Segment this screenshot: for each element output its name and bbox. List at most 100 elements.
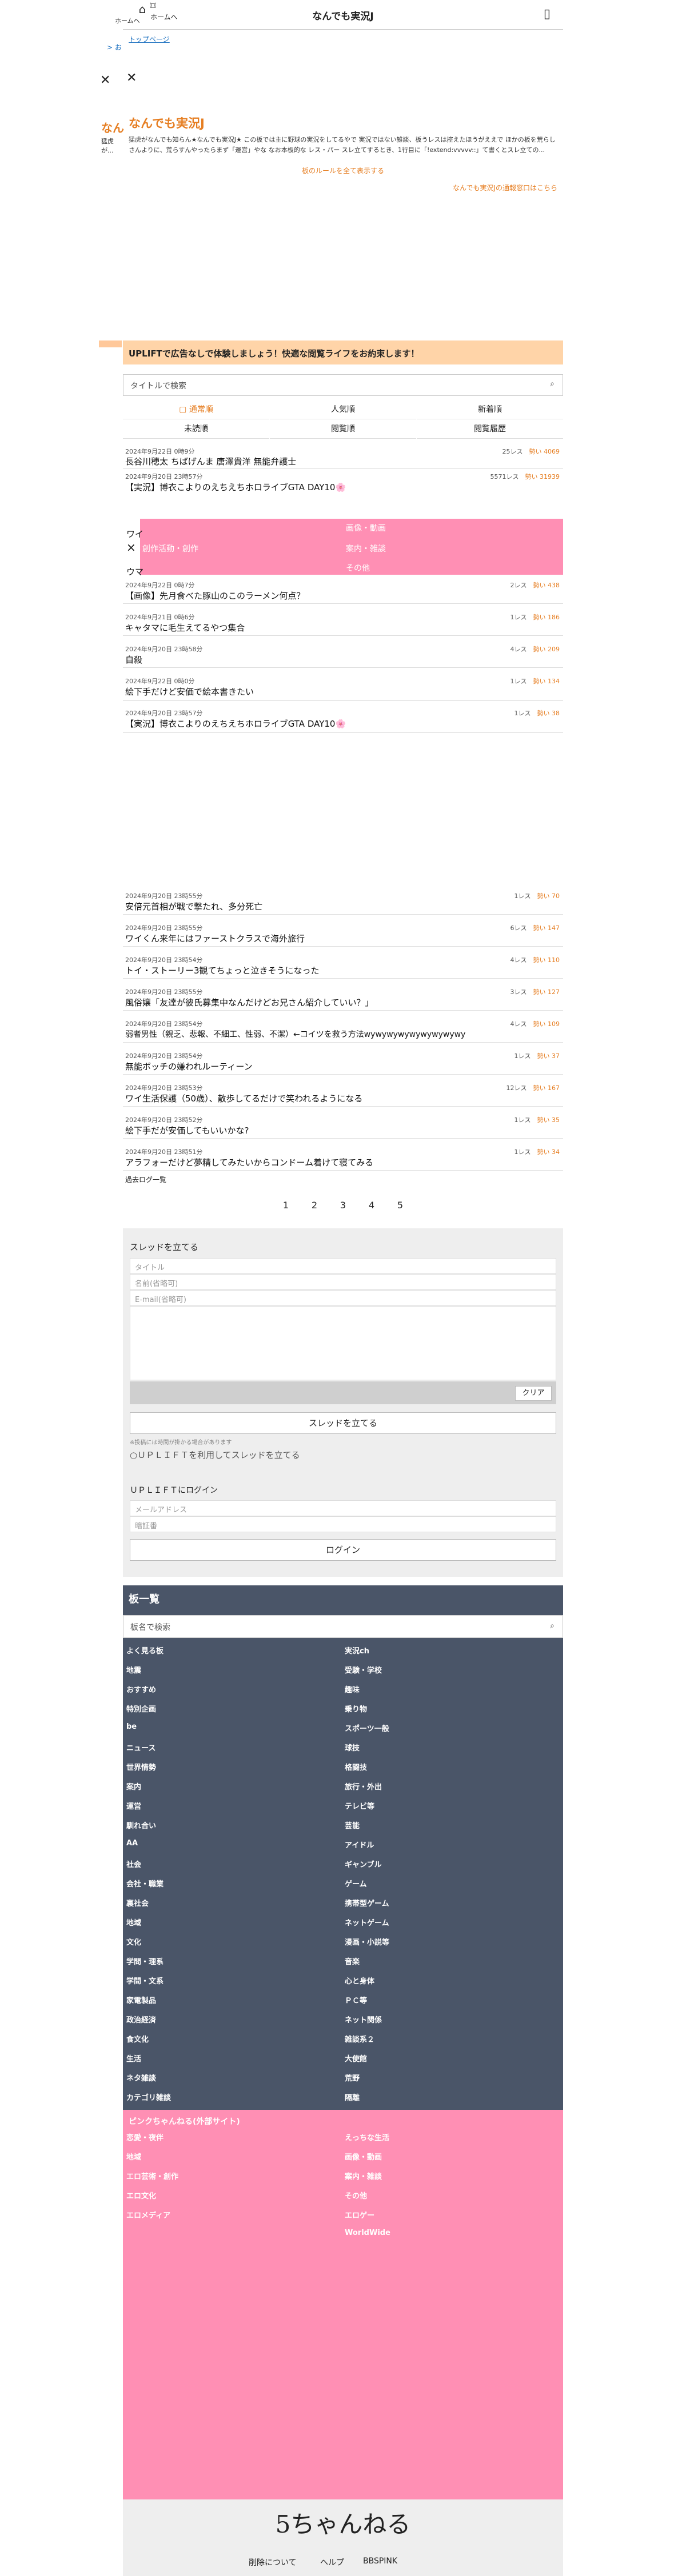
board-category[interactable]: 音楽 (345, 1956, 360, 1966)
pink-board-category[interactable]: エロゲー (345, 2209, 374, 2220)
board-category[interactable]: 携帯型ゲーム (345, 1897, 389, 1908)
board-category[interactable]: 隔離 (345, 2092, 360, 2102)
page-link[interactable]: 3 (334, 1200, 352, 1211)
board-category[interactable]: 特別企画 (126, 1703, 156, 1714)
page-link[interactable]: 1 (277, 1200, 294, 1211)
board-category[interactable]: ゲーム (345, 1878, 367, 1889)
pink-board-category[interactable]: その他 (345, 2190, 367, 2201)
close-icon[interactable]: × (126, 540, 136, 554)
pink-board-category[interactable]: 恋愛・夜伴 (126, 2132, 163, 2142)
search-icon[interactable]: ⌕ (550, 1621, 555, 1630)
email-input[interactable]: E-mail(省略可) (130, 1290, 556, 1306)
clear-button[interactable]: クリア (515, 1386, 552, 1401)
checkbox-icon[interactable]: ○ (130, 1450, 137, 1460)
popup-item[interactable]: 創作活動・創作 (142, 543, 198, 554)
board-category[interactable]: ネット関係 (345, 2014, 382, 2025)
board-category[interactable]: スポーツ一般 (345, 1722, 389, 1733)
top-page-link[interactable]: トップページ (129, 34, 170, 44)
close-icon[interactable]: ✕ (100, 73, 110, 87)
login-email-input[interactable]: メールアドレス (130, 1500, 556, 1516)
thread-title[interactable]: 絵下手だが安価してもいいかな? (125, 1124, 249, 1136)
board-category[interactable]: 地震 (126, 1664, 141, 1675)
thread-title[interactable]: 無能ボッチの嫌われルーティーン (125, 1060, 253, 1072)
board-category[interactable]: 食文化 (126, 2033, 149, 2044)
board-category[interactable]: 運営 (126, 1800, 141, 1811)
login-button[interactable]: ログイン (130, 1539, 556, 1561)
thread-title[interactable]: 絵下手だけど安価で絵本書きたい (125, 686, 254, 698)
board-category[interactable]: 格闘技 (345, 1761, 367, 1772)
board-category[interactable]: テレビ等 (345, 1800, 374, 1811)
name-input[interactable]: 名前(省略可) (130, 1274, 556, 1290)
tab-views[interactable]: 閲覧順 (270, 419, 416, 439)
board-category[interactable]: 大使館 (345, 2053, 367, 2064)
board-category[interactable]: カテゴリ雑談 (126, 2092, 171, 2102)
pink-board-category[interactable]: エロメディア (126, 2209, 170, 2220)
board-category[interactable]: よく見る板 (126, 1645, 163, 1656)
board-category[interactable]: 球技 (345, 1742, 360, 1753)
body-textarea[interactable] (130, 1306, 556, 1380)
title-search-input[interactable]: タイトルで検索 ⌕ (123, 374, 563, 396)
side-link[interactable]: > お (107, 42, 122, 52)
report-link[interactable]: なんでも実況Jの通報窓口はこちら (453, 183, 557, 193)
board-category[interactable]: 漫画・小説等 (345, 1936, 389, 1947)
thread-title[interactable]: 【実況】博衣こよりのえちえちホロライブGTA DAY10🌸 (125, 718, 346, 730)
board-category[interactable]: 芸能 (345, 1820, 360, 1830)
board-category[interactable]: ＰＣ等 (345, 1994, 367, 2005)
pink-board-category[interactable]: エロ文化 (126, 2190, 156, 2201)
board-category[interactable]: 馴れ合い (126, 1820, 156, 1830)
submit-thread-button[interactable]: スレッドを立てる (130, 1412, 556, 1434)
thread-title[interactable]: トイ・ストーリー3観てちょっと泣きそうになった (125, 964, 320, 976)
tab-popular[interactable]: 人気順 (270, 400, 416, 419)
thread-title[interactable]: 安倍元首相が戦で撃たれ、多分死亡 (125, 900, 262, 912)
page-link[interactable]: 2 (306, 1200, 323, 1211)
board-category[interactable]: 荒野 (345, 2072, 360, 2083)
thread-title-peek[interactable]: ワイ (126, 528, 143, 540)
popup-item[interactable]: 案内・雑談 (346, 543, 386, 554)
footer-link[interactable]: ヘルプ (320, 2557, 344, 2568)
board-category[interactable]: 趣味 (345, 1684, 360, 1694)
thread-title[interactable]: 長谷川穂太 ちばげんま 唐澤貴洋 無能弁護士 (125, 455, 296, 467)
login-password-input[interactable]: 暗証番 (130, 1516, 556, 1532)
close-icon[interactable]: ✕ (126, 71, 137, 85)
board-category[interactable]: 乗り物 (345, 1703, 367, 1714)
past-logs-link[interactable]: 過去ログ一覧 (125, 1175, 166, 1184)
thread-title[interactable]: 弱者男性（親乏、悲報、不細工、性弱、不潔）←コイツを救う方法wywywywywy… (125, 1028, 465, 1040)
thread-title[interactable]: 自殺 (125, 654, 142, 666)
board-category[interactable]: 文化 (126, 1936, 141, 1947)
board-category[interactable]: ネットゲーム (345, 1917, 389, 1928)
board-category[interactable]: 地域 (126, 1917, 141, 1928)
thread-title[interactable]: キャタマに毛生えてるやつ集合 (125, 622, 245, 634)
thread-title-input[interactable]: タイトル (130, 1258, 556, 1274)
pink-board-category[interactable]: エロ芸術・創作 (126, 2170, 178, 2181)
pink-board-category[interactable]: えっちな生活 (345, 2132, 389, 2142)
thread-title[interactable]: ワイ生活保護（50歳）、散歩してるだけで笑われるようになる (125, 1092, 362, 1104)
all-rules-link[interactable]: 板のルールを全て表示する (123, 166, 563, 175)
board-category[interactable]: 政治経済 (126, 2014, 156, 2025)
board-category[interactable]: 世界情勢 (126, 1761, 156, 1772)
thread-title[interactable]: ワイくん来年にはファーストクラスで海外旅行 (125, 932, 305, 944)
board-category[interactable]: 案内 (126, 1781, 141, 1792)
board-category[interactable]: 会社・職業 (126, 1878, 163, 1889)
footer-link[interactable]: BBSPINK (363, 2557, 397, 2566)
pink-board-category[interactable]: WorldWide (345, 2229, 390, 2237)
board-category[interactable]: アイドル (345, 1839, 374, 1850)
board-category[interactable]: おすすめ (126, 1684, 156, 1694)
pink-board-category[interactable]: 地域 (126, 2151, 141, 2162)
board-category[interactable]: 受験・学校 (345, 1664, 382, 1675)
board-category[interactable]: 心と身体 (345, 1975, 374, 1986)
board-category[interactable]: 学問・文系 (126, 1975, 163, 1986)
page-link[interactable]: 5 (392, 1200, 409, 1211)
board-category[interactable]: 実況ch (345, 1645, 369, 1656)
pink-board-category[interactable]: 画像・動画 (345, 2151, 382, 2162)
thread-title[interactable]: 風俗嬢「友達が彼氏募集中なんだけどお兄さん紹介していい？」 (125, 996, 374, 1008)
popup-item[interactable]: その他 (346, 562, 370, 574)
tab-normal[interactable]: ▢ 通常順 (123, 400, 269, 419)
board-category[interactable]: 生活 (126, 2053, 141, 2064)
footer-link[interactable]: 削除について (249, 2557, 297, 2568)
search-icon[interactable]: ⌕ (550, 379, 555, 388)
tab-history[interactable]: 閲覧履歴 (417, 419, 563, 439)
board-category[interactable]: ネタ雑談 (126, 2072, 156, 2083)
uplift-checkbox[interactable]: ○ＵＰＬＩＦＴを利用してスレッドを立てる (130, 1449, 300, 1461)
pink-board-category[interactable]: 案内・雑談 (345, 2170, 382, 2181)
thread-title[interactable]: 【画像】先月食べた豚山のこのラーメン何点？ (125, 590, 305, 602)
